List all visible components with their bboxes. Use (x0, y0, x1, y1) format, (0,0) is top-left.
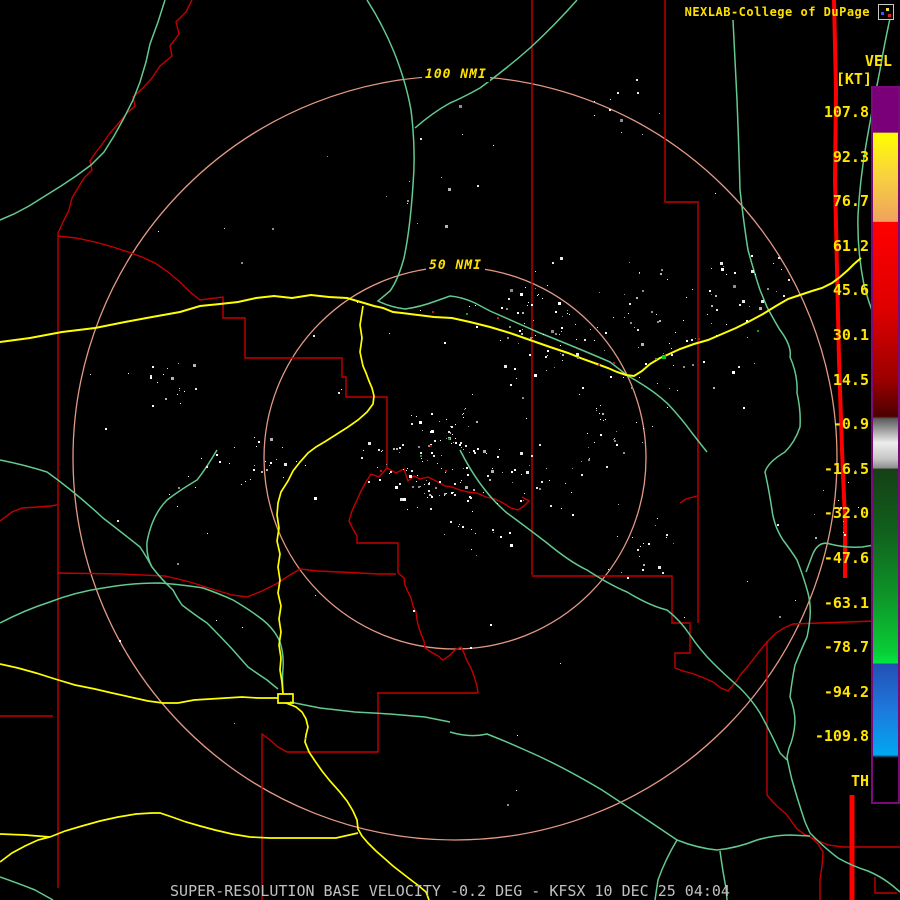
velocity-echo (430, 445, 432, 447)
colorbar-tick-45.6: 45.6 (832, 281, 869, 300)
icon-dot-red (888, 14, 891, 17)
colorbar-tick-107.8: 107.8 (823, 103, 869, 121)
colorbar-tick--16.5: -16.5 (823, 459, 869, 478)
page-title: NEXLAB-College of DuPage (684, 5, 870, 19)
velocity-echo (698, 338, 700, 340)
colorbar-tick--47.6: -47.6 (823, 549, 869, 567)
colorbar-tick--94.2: -94.2 (823, 682, 869, 701)
velocity-echo (445, 470, 447, 472)
velocity-echo (662, 355, 666, 359)
velocity-echo (466, 313, 468, 315)
map-background (0, 0, 900, 900)
velocity-echo (655, 358, 657, 360)
icon-dot-yellow (886, 8, 889, 11)
colorbar-title: VEL (864, 52, 892, 70)
colorbar-tick-92.3: 92.3 (832, 147, 869, 166)
velocity-echo (420, 455, 422, 457)
radar-display: 100 NMI 50 NMI NEXLAB-College of DuPage … (0, 0, 900, 900)
status-bar: SUPER-RESOLUTION BASE VELOCITY -0.2 DEG … (170, 882, 730, 900)
colorbar-tick-61.2: 61.2 (832, 236, 869, 255)
colorbar-tick--63.1: -63.1 (823, 593, 869, 612)
colorbar-tick-14.5: 14.5 (832, 370, 869, 389)
velocity-echo (598, 364, 600, 366)
colorbar-tick-30.1: 30.1 (832, 326, 869, 344)
colorbar-tick--109.8: -109.8 (814, 727, 869, 746)
colorbar-tick-76.7: 76.7 (832, 192, 869, 211)
velocity-echo (497, 317, 499, 319)
icon-dot-blue (881, 12, 884, 15)
colorbar-tick-TH: TH (850, 772, 869, 790)
colorbar-tick--0.9: -0.9 (832, 415, 869, 434)
velocity-echo (757, 330, 759, 332)
colorbar-tick--78.7: -78.7 (823, 638, 869, 657)
radar-map-image (0, 0, 900, 900)
colorbar-units: [KT] (835, 70, 872, 88)
velocity-echo (380, 470, 382, 472)
broken-image-icon (878, 4, 894, 20)
velocity-echo (448, 438, 450, 440)
colorbar-tick--32.0: -32.0 (823, 504, 869, 523)
range-ring-label-50nmi: 50 NMI (426, 258, 485, 273)
range-ring-label-100nmi: 100 NMI (422, 67, 490, 82)
velocity-echo (613, 362, 615, 364)
velocity-echo (432, 311, 434, 313)
colorbar (871, 86, 900, 804)
